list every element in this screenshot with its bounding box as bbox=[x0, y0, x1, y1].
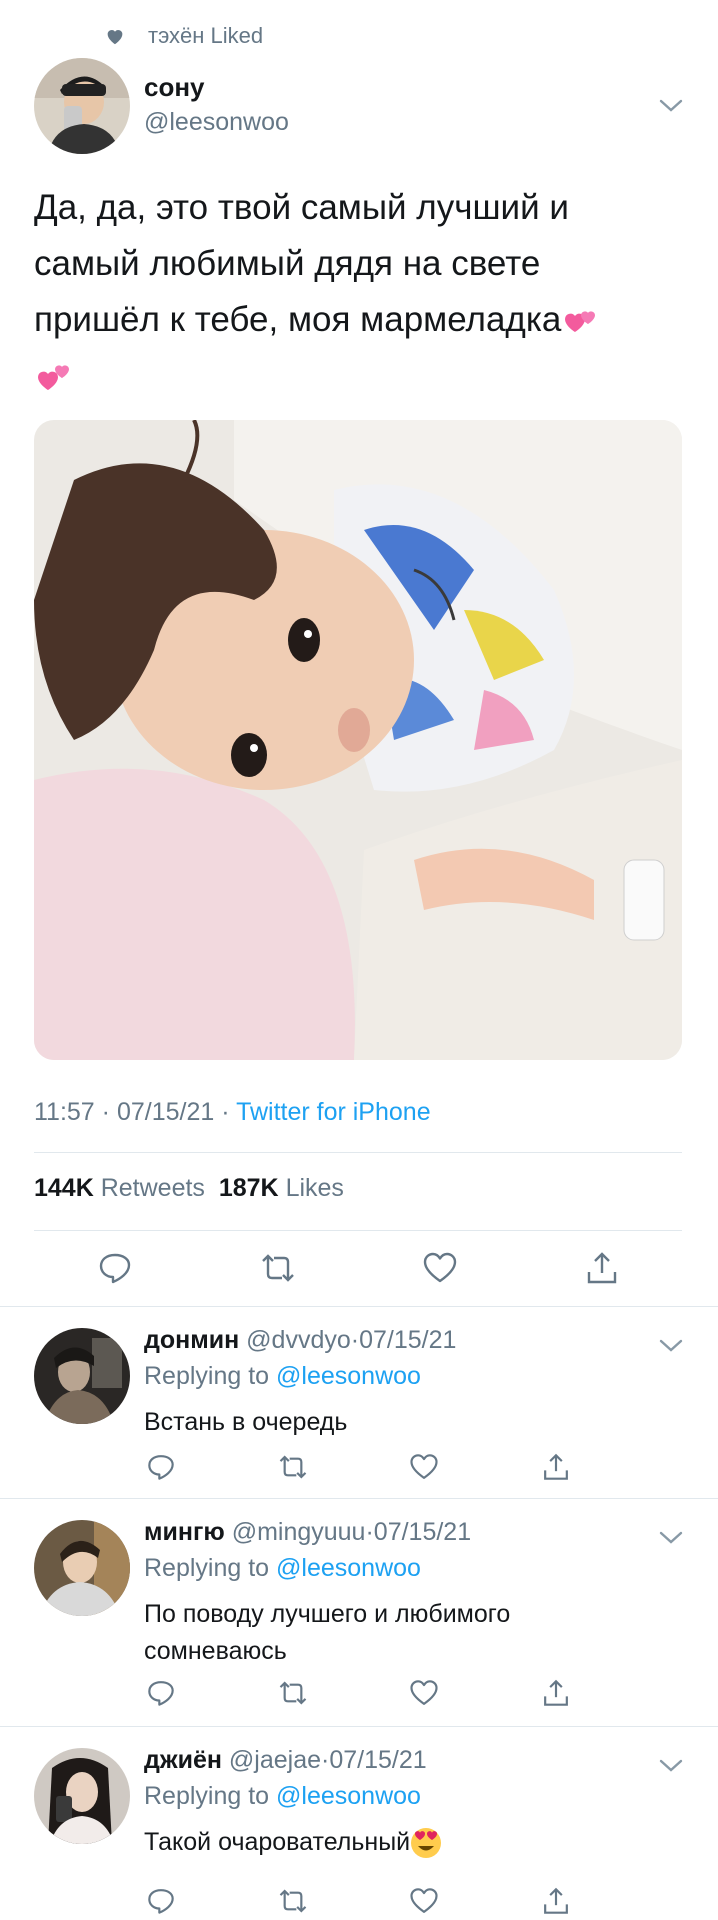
tweet-text-content: Да, да, это твой самый лучший и самый лю… bbox=[34, 188, 569, 339]
chevron-down-icon[interactable] bbox=[658, 1758, 684, 1774]
share-icon[interactable] bbox=[584, 1250, 620, 1286]
reply-avatar[interactable] bbox=[34, 1748, 130, 1844]
share-icon[interactable] bbox=[541, 1678, 571, 1708]
likes-label: Likes bbox=[285, 1174, 344, 1202]
tweet-time: 11:57 bbox=[34, 1098, 95, 1126]
reply-icon[interactable] bbox=[146, 1886, 176, 1916]
share-icon[interactable] bbox=[541, 1886, 571, 1916]
author-avatar[interactable] bbox=[34, 58, 130, 154]
retweets-label: Retweets bbox=[100, 1174, 205, 1202]
share-icon[interactable] bbox=[541, 1452, 571, 1482]
retweet-icon[interactable] bbox=[278, 1678, 308, 1708]
retweet-icon[interactable] bbox=[278, 1886, 308, 1916]
social-context: тэхён Liked bbox=[104, 20, 263, 52]
reply-header: джиён @jaejae·07/15/21 bbox=[144, 1746, 427, 1774]
reply-avatar[interactable] bbox=[34, 1328, 130, 1424]
reply-text: Встань в очередь bbox=[144, 1408, 348, 1436]
mention-link[interactable]: @leesonwoo bbox=[276, 1782, 421, 1810]
tweet-actions bbox=[0, 1250, 718, 1290]
reply-header: мингю @mingyuuu·07/15/21 bbox=[144, 1518, 472, 1546]
like-icon[interactable] bbox=[409, 1886, 439, 1916]
like-icon[interactable] bbox=[422, 1250, 458, 1286]
reply-author-handle[interactable]: @jaejae bbox=[229, 1746, 321, 1774]
reply-date: 07/15/21 bbox=[373, 1518, 472, 1546]
tweet-detail-screen: тэхён Liked сону @leesonwoo Да, да, это … bbox=[0, 0, 718, 1920]
like-icon[interactable] bbox=[409, 1678, 439, 1708]
retweet-icon[interactable] bbox=[260, 1250, 296, 1286]
reply-date: 07/15/21 bbox=[359, 1326, 457, 1354]
reply-icon[interactable] bbox=[97, 1250, 133, 1286]
replying-to: Replying to @leesonwoo bbox=[144, 1554, 421, 1582]
reply-author-name[interactable]: донмин bbox=[144, 1326, 239, 1354]
tweet-photo[interactable] bbox=[34, 420, 682, 1060]
reply-author-handle[interactable]: @mingyuuu bbox=[232, 1518, 366, 1546]
reply-item[interactable]: мингю @mingyuuu·07/15/21 Replying to @le… bbox=[0, 1498, 718, 1726]
two-hearts-emoji-icon bbox=[565, 311, 596, 332]
reply-author-name[interactable]: мингю bbox=[144, 1518, 225, 1546]
tweet-source-link[interactable]: Twitter for iPhone bbox=[236, 1098, 431, 1126]
heart-eyes-emoji-icon bbox=[411, 1828, 442, 1859]
likes-stat[interactable]: 187K Likes bbox=[219, 1174, 344, 1202]
chevron-down-icon[interactable] bbox=[658, 1338, 684, 1354]
mention-link[interactable]: @leesonwoo bbox=[276, 1554, 421, 1582]
chevron-down-icon[interactable] bbox=[658, 1530, 684, 1546]
retweets-stat[interactable]: 144K Retweets bbox=[34, 1174, 205, 1202]
tweet-meta: 11:57 · 07/15/21 · Twitter for iPhone bbox=[34, 1098, 431, 1126]
reply-author-handle[interactable]: @dvvdyo bbox=[246, 1326, 351, 1354]
chevron-down-icon[interactable] bbox=[658, 98, 684, 114]
two-hearts-emoji-icon bbox=[38, 365, 69, 390]
reply-text-content: Такой очаровательный bbox=[144, 1828, 411, 1856]
reply-icon[interactable] bbox=[146, 1452, 176, 1482]
retweet-icon[interactable] bbox=[278, 1452, 308, 1482]
reply-item[interactable]: джиён @jaejae·07/15/21 Replying to @lees… bbox=[0, 1726, 718, 1920]
tweet-stats: 144K Retweets 187K Likes bbox=[34, 1174, 344, 1203]
heart-icon bbox=[107, 30, 123, 45]
reply-text: По поводу лучшего и любимого сомневаюсь bbox=[144, 1600, 511, 1665]
likes-count: 187K bbox=[218, 1174, 279, 1202]
tweet-text: Да, да, это твой самый лучший и самый лю… bbox=[34, 180, 674, 404]
replying-to: Replying to @leesonwoo bbox=[144, 1362, 421, 1390]
reply-date: 07/15/21 bbox=[329, 1746, 427, 1774]
author-handle[interactable]: @leesonwoo bbox=[144, 108, 289, 137]
reply-avatar[interactable] bbox=[34, 1520, 130, 1616]
reply-author-name[interactable]: джиён bbox=[144, 1746, 222, 1774]
divider bbox=[34, 1152, 682, 1153]
mention-link[interactable]: @leesonwoo bbox=[276, 1362, 421, 1390]
like-icon[interactable] bbox=[409, 1452, 439, 1482]
divider bbox=[34, 1230, 682, 1231]
reply-icon[interactable] bbox=[146, 1678, 176, 1708]
retweets-count: 144K bbox=[34, 1174, 94, 1202]
replying-to: Replying to @leesonwoo bbox=[144, 1782, 421, 1810]
reply-text: Такой очаровательный bbox=[144, 1824, 664, 1861]
reply-header: донмин @dvvdyo·07/15/21 bbox=[144, 1326, 457, 1354]
author-name[interactable]: сону bbox=[144, 72, 205, 103]
reply-item[interactable]: донмин @dvvdyo·07/15/21 Replying to @lee… bbox=[0, 1306, 718, 1496]
tweet-date: 07/15/21 bbox=[116, 1098, 215, 1126]
social-context-text: тэхён Liked bbox=[148, 23, 264, 48]
